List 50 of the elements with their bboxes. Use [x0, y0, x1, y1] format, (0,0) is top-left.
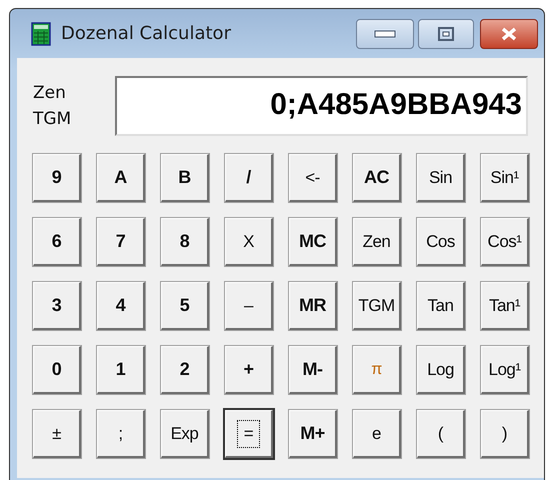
calculator-key[interactable]: (	[417, 410, 465, 458]
calculator-key[interactable]: 1	[97, 346, 145, 394]
calculator-key[interactable]: MR	[289, 282, 337, 330]
calculator-key[interactable]: AC	[353, 154, 401, 202]
calculator-key[interactable]: X	[225, 218, 273, 266]
calculator-key[interactable]: 7	[97, 218, 145, 266]
calculator-key[interactable]: e	[353, 410, 401, 458]
maximize-icon	[438, 26, 454, 40]
calculator-key[interactable]: MC	[289, 218, 337, 266]
calculator-key[interactable]: =	[225, 410, 273, 458]
calculator-key[interactable]: )	[481, 410, 529, 458]
calculator-key[interactable]: M-	[289, 346, 337, 394]
mode-label: Zen	[33, 82, 67, 105]
calculator-key[interactable]: Sin	[417, 154, 465, 202]
calculator-key[interactable]: 8	[161, 218, 209, 266]
close-icon	[500, 26, 518, 40]
calculator-key[interactable]: Exp	[161, 410, 209, 458]
minimize-button[interactable]	[356, 18, 414, 48]
mode-label: TGM	[33, 108, 72, 131]
calculator-key[interactable]: Tan	[417, 282, 465, 330]
calculator-key[interactable]: TGM	[353, 282, 401, 330]
calculator-key[interactable]: B	[161, 154, 209, 202]
calculator-icon	[31, 22, 51, 46]
minimize-icon	[374, 30, 396, 38]
calculator-key[interactable]: Log¹	[481, 346, 529, 394]
calculator-key[interactable]: 2	[161, 346, 209, 394]
calculator-key[interactable]: ;	[97, 410, 145, 458]
calculator-key[interactable]: 0	[33, 346, 81, 394]
calculator-key[interactable]: –	[225, 282, 273, 330]
calculator-key[interactable]: 9	[33, 154, 81, 202]
maximize-button[interactable]	[418, 18, 474, 48]
calculator-key[interactable]: Zen	[353, 218, 401, 266]
calculator-key[interactable]: 5	[161, 282, 209, 330]
calculator-key[interactable]: Cos	[417, 218, 465, 266]
calculator-key[interactable]: M+	[289, 410, 337, 458]
calculator-key[interactable]: /	[225, 154, 273, 202]
calculator-key[interactable]: Log	[417, 346, 465, 394]
calculator-key[interactable]: Sin¹	[481, 154, 529, 202]
window-title: Dozenal Calculator	[61, 23, 232, 44]
calculator-key[interactable]: Cos¹	[481, 218, 529, 266]
calculator-key[interactable]: 4	[97, 282, 145, 330]
calculator-key[interactable]: 6	[33, 218, 81, 266]
calculator-key[interactable]: +	[225, 346, 273, 394]
calculator-key[interactable]: A	[97, 154, 145, 202]
calculator-key[interactable]: Tan¹	[481, 282, 529, 330]
display-field: 0;A485A9BBA943	[115, 76, 528, 136]
calculator-key[interactable]: 3	[33, 282, 81, 330]
close-button[interactable]	[480, 18, 538, 48]
calculator-key[interactable]: <-	[289, 154, 337, 202]
calculator-key[interactable]: ±	[33, 410, 81, 458]
